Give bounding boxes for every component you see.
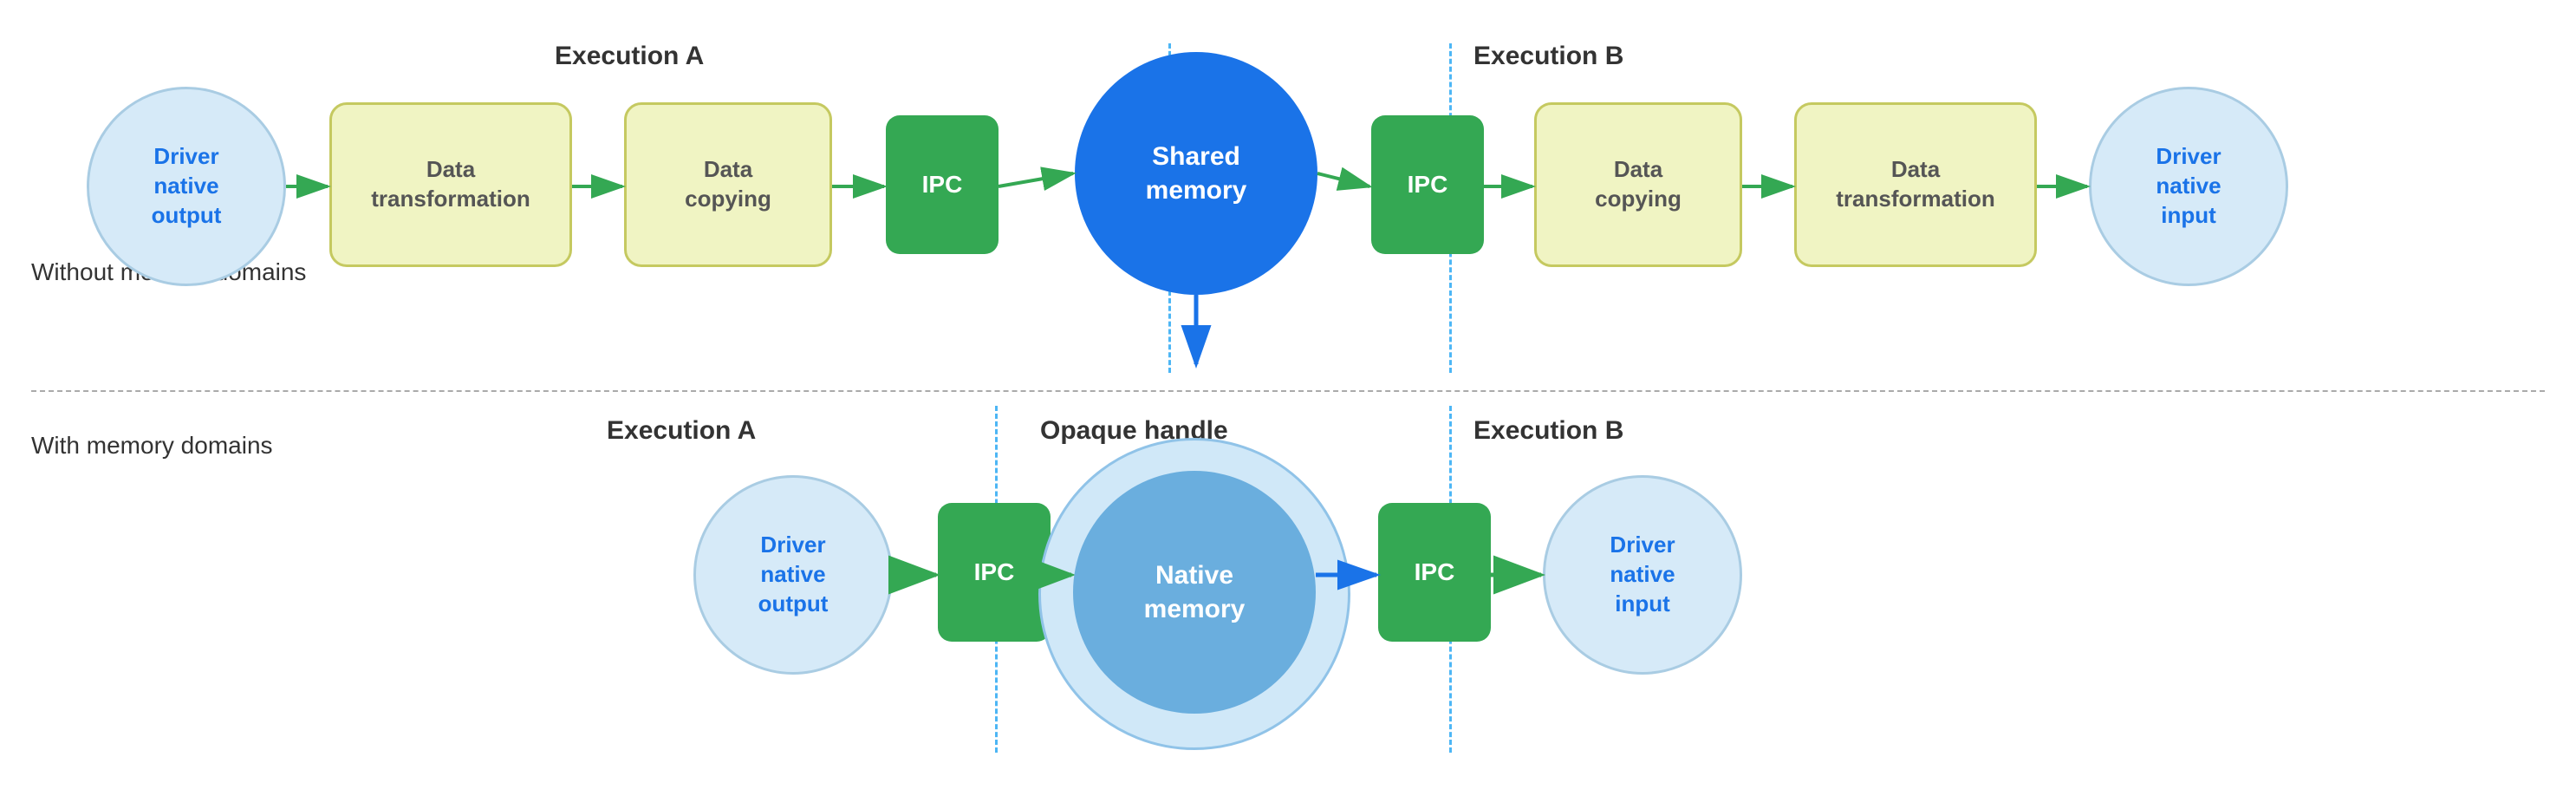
diagram-container: Without memory domains With memory domai… (0, 0, 2576, 796)
arrows-svg (0, 0, 2576, 796)
native-memory: Nativememory (1073, 471, 1316, 714)
